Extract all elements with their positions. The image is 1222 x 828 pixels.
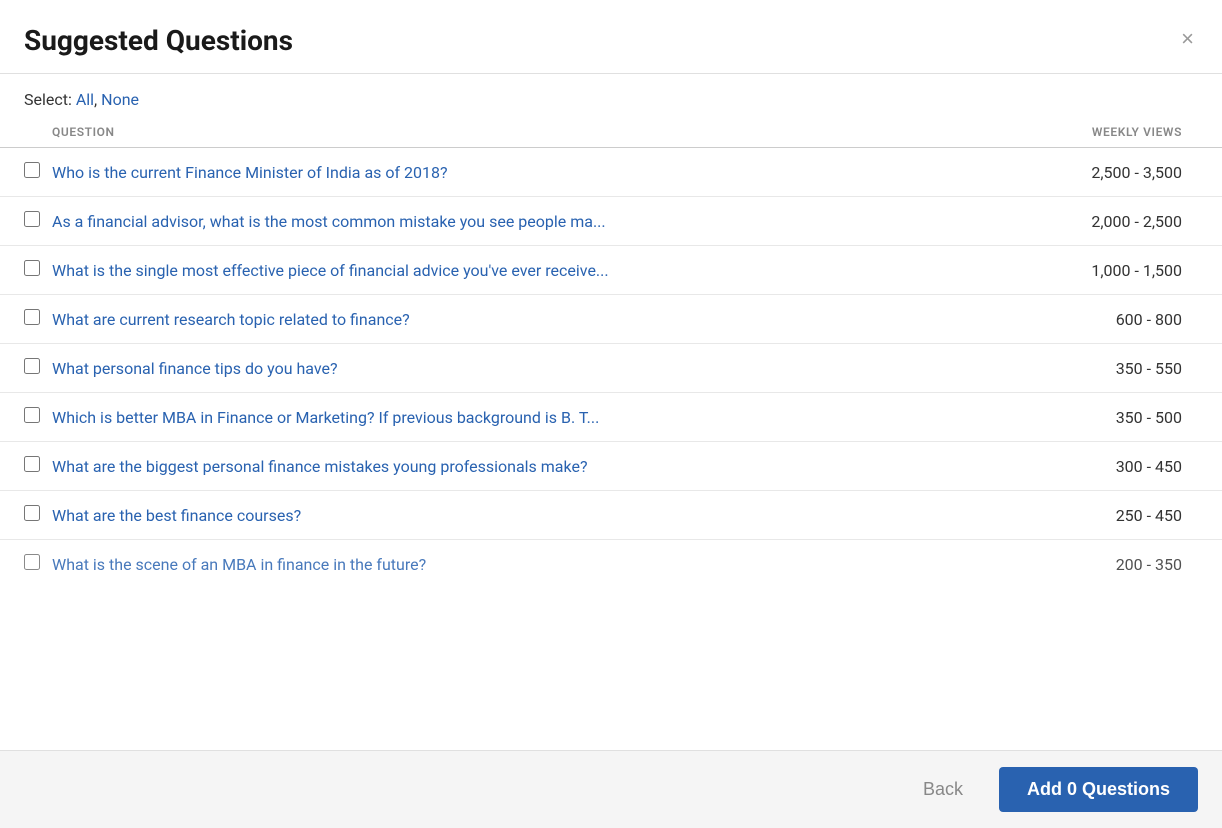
select-label: Select: [24,90,72,109]
question-checkbox[interactable] [24,505,40,521]
close-button[interactable]: × [1177,24,1198,54]
select-all-link[interactable]: All [76,90,94,109]
question-checkbox-wrapper[interactable] [24,407,40,427]
modal-header: Suggested Questions × [0,0,1222,74]
modal-footer: Back Add 0 Questions [0,750,1222,828]
question-text[interactable]: Who is the current Finance Minister of I… [52,163,1038,182]
question-text[interactable]: What personal finance tips do you have? [52,359,1038,378]
question-checkbox[interactable] [24,407,40,423]
questions-list[interactable]: Who is the current Finance Minister of I… [0,148,1222,750]
question-checkbox-wrapper[interactable] [24,211,40,231]
question-checkbox-wrapper[interactable] [24,358,40,378]
weekly-views: 1,000 - 1,500 [1038,261,1198,280]
table-row: Who is the current Finance Minister of I… [0,148,1222,197]
weekly-views: 600 - 800 [1038,310,1198,329]
question-text[interactable]: As a financial advisor, what is the most… [52,212,1038,231]
weekly-views: 2,500 - 3,500 [1038,163,1198,182]
question-checkbox-wrapper[interactable] [24,456,40,476]
questions-table: QUESTION WEEKLY VIEWS Who is the current… [0,117,1222,750]
question-checkbox[interactable] [24,309,40,325]
table-row: As a financial advisor, what is the most… [0,197,1222,246]
table-row: Which is better MBA in Finance or Market… [0,393,1222,442]
table-header: QUESTION WEEKLY VIEWS [0,117,1222,148]
back-button[interactable]: Back [903,769,983,810]
weekly-views: 2,000 - 2,500 [1038,212,1198,231]
question-text[interactable]: What are current research topic related … [52,310,1038,329]
weekly-views: 250 - 450 [1038,506,1198,525]
table-row: What are the biggest personal finance mi… [0,442,1222,491]
select-row: Select: All, None [0,74,1222,117]
question-text[interactable]: Which is better MBA in Finance or Market… [52,408,1038,427]
select-none-link[interactable]: None [101,90,139,109]
question-checkbox[interactable] [24,211,40,227]
table-row: What personal finance tips do you have?3… [0,344,1222,393]
col-views-header: WEEKLY VIEWS [1038,125,1198,139]
question-checkbox[interactable] [24,456,40,472]
weekly-views: 350 - 500 [1038,408,1198,427]
question-checkbox-wrapper[interactable] [24,505,40,525]
modal-title: Suggested Questions [24,24,293,57]
table-row: What is the single most effective piece … [0,246,1222,295]
question-checkbox-wrapper[interactable] [24,309,40,329]
question-text[interactable]: What are the best finance courses? [52,506,1038,525]
question-checkbox-wrapper[interactable] [24,554,40,574]
table-row: What are the best finance courses?250 - … [0,491,1222,540]
question-checkbox[interactable] [24,260,40,276]
modal-body: Select: All, None QUESTION WEEKLY VIEWS … [0,74,1222,750]
table-row: What are current research topic related … [0,295,1222,344]
col-question-header: QUESTION [24,125,1038,139]
table-row: What is the scene of an MBA in finance i… [0,540,1222,588]
modal-container: Suggested Questions × Select: All, None … [0,0,1222,828]
question-text[interactable]: What are the biggest personal finance mi… [52,457,1038,476]
question-text[interactable]: What is the single most effective piece … [52,261,1038,280]
question-text[interactable]: What is the scene of an MBA in finance i… [52,555,1038,574]
question-checkbox-wrapper[interactable] [24,162,40,182]
question-checkbox[interactable] [24,162,40,178]
question-checkbox-wrapper[interactable] [24,260,40,280]
add-questions-button[interactable]: Add 0 Questions [999,767,1198,812]
weekly-views: 350 - 550 [1038,359,1198,378]
weekly-views: 200 - 350 [1038,555,1198,574]
weekly-views: 300 - 450 [1038,457,1198,476]
question-checkbox[interactable] [24,554,40,570]
question-checkbox[interactable] [24,358,40,374]
